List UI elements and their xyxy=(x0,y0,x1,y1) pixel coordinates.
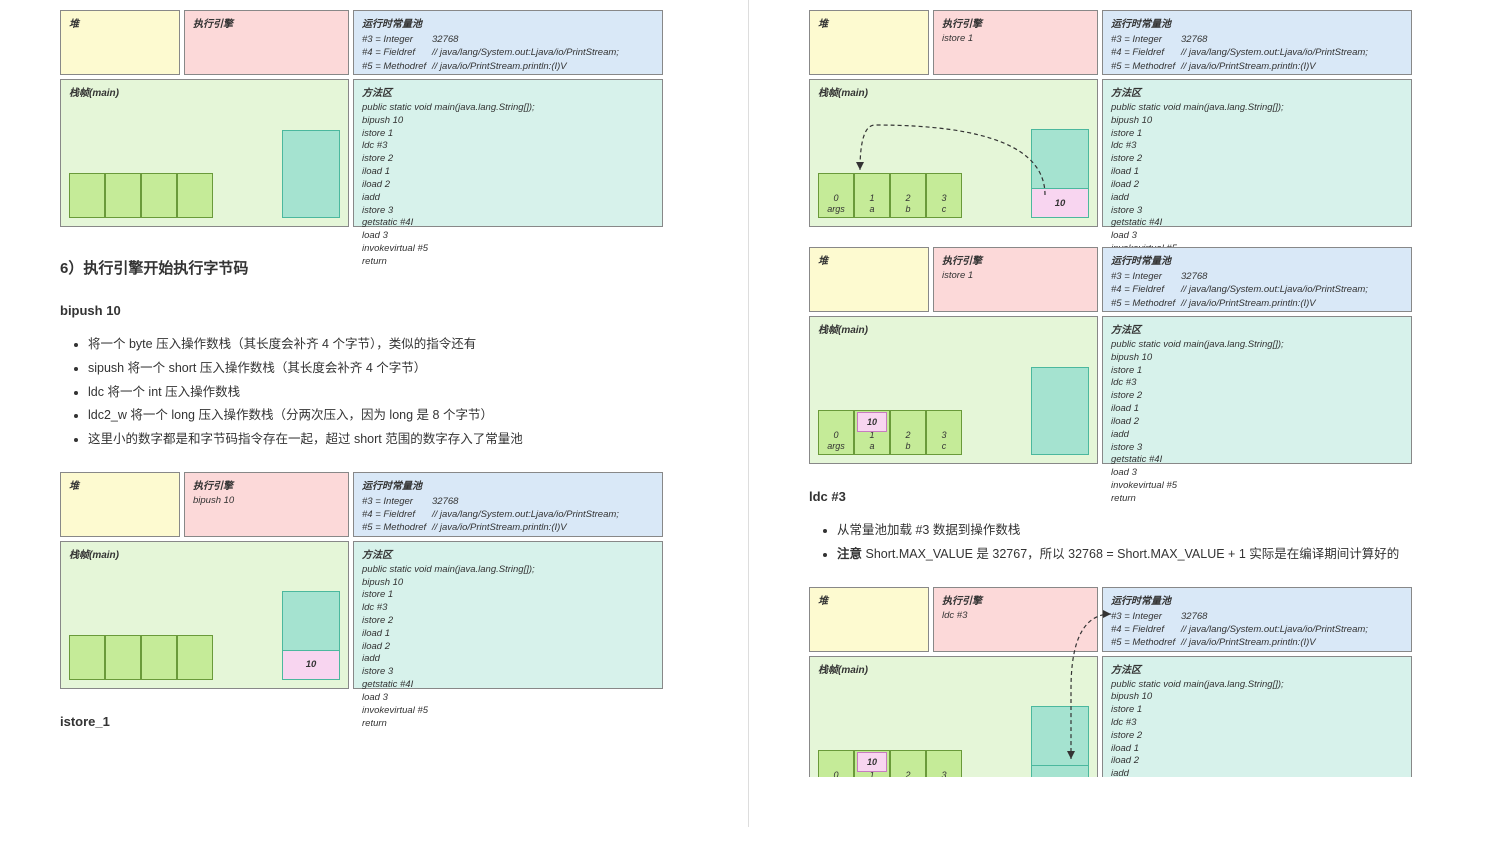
diagram-istore-a: 堆 执行引擎 istore 1 运行时常量池 #3 = Integer32768… xyxy=(809,10,1419,227)
methodarea-box: 方法区 public static void main(java.lang.St… xyxy=(353,79,663,227)
left-column: 堆 执行引擎 运行时常量池 #3 = Integer32768 #4 = Fie… xyxy=(0,0,748,827)
diagram-bipush: 堆 执行引擎 bipush 10 运行时常量池 #3 = Integer3276… xyxy=(60,472,670,689)
pool-box: 运行时常量池 #3 = Integer32768 #4 = Fieldref//… xyxy=(353,10,663,75)
heading-bipush: bipush 10 xyxy=(60,303,718,318)
localvar-value: 10 xyxy=(857,412,887,432)
ldc-notes: 从常量池加载 #3 数据到操作数栈 注意 Short.MAX_VALUE 是 3… xyxy=(809,519,1467,567)
diagram-ldc: 堆 执行引擎 ldc #3 运行时常量池 #3 = Integer32768 #… xyxy=(809,587,1419,777)
opstack-value: 10 xyxy=(283,650,339,679)
bipush-notes: 将一个 byte 压入操作数栈（其长度会补齐 4 个字节），类似的指令还有 si… xyxy=(60,333,718,452)
diagram-initial: 堆 执行引擎 运行时常量池 #3 = Integer32768 #4 = Fie… xyxy=(60,10,670,227)
diagram-istore-b: 堆 执行引擎 istore 1 运行时常量池 #3 = Integer32768… xyxy=(809,247,1419,464)
engine-box: 执行引擎 xyxy=(184,10,349,75)
stackframe-box: 栈帧(main) xyxy=(60,79,349,227)
heap-box: 堆 xyxy=(60,10,180,75)
right-column: 堆 执行引擎 istore 1 运行时常量池 #3 = Integer32768… xyxy=(749,0,1497,827)
